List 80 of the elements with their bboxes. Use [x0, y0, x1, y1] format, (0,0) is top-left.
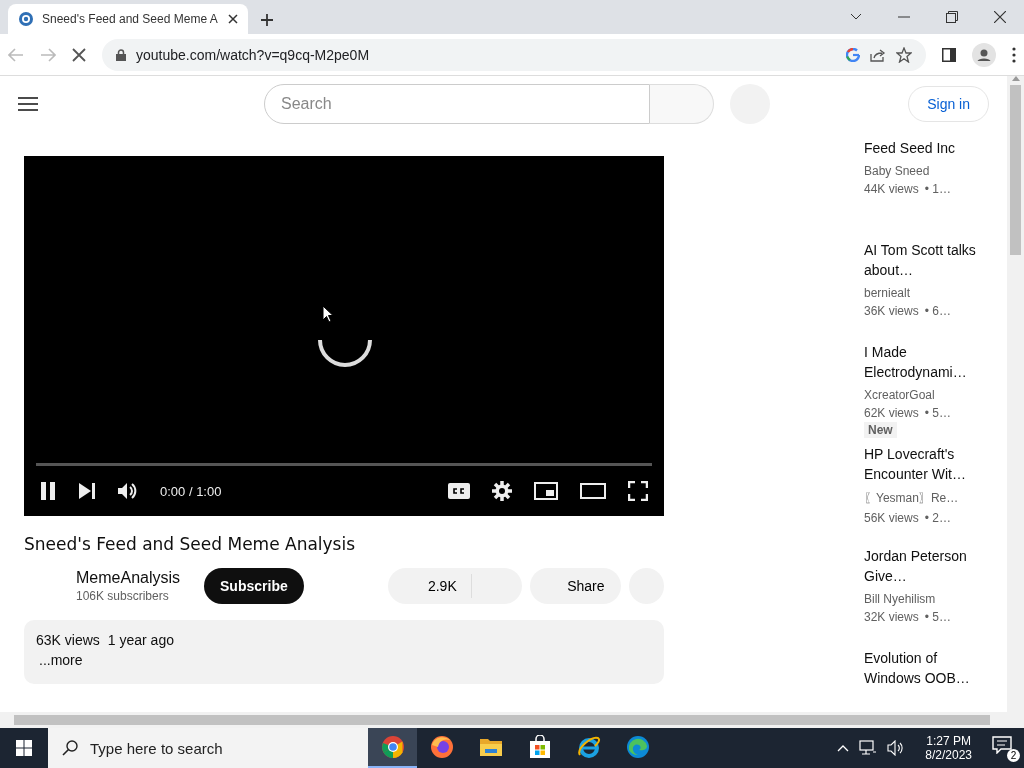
view-count: 63K views: [36, 632, 100, 648]
browser-tab[interactable]: Sneed's Feed and Seed Meme A: [8, 4, 248, 34]
description-box[interactable]: 63K views 1 year ago ...more: [24, 620, 664, 684]
upload-age: • 5…: [924, 406, 951, 420]
network-icon[interactable]: [859, 740, 878, 756]
video-player[interactable]: 0:00 / 1:00: [24, 156, 664, 516]
miniplayer-icon[interactable]: [534, 482, 558, 500]
channel-name: XcreatorGoal: [864, 388, 936, 402]
share-button[interactable]: Share: [529, 568, 621, 604]
profile-icon[interactable]: [972, 42, 996, 67]
edge-icon: [625, 735, 650, 759]
google-icon[interactable]: [846, 47, 860, 62]
video-title[interactable]: Jordan Peterson Give…: [864, 546, 980, 586]
firefox-icon: [429, 735, 454, 759]
volume-icon[interactable]: [118, 482, 138, 500]
taskbar-search-field[interactable]: Type here to search: [48, 728, 368, 768]
close-icon[interactable]: [228, 14, 238, 24]
scrollbar-thumb[interactable]: [1010, 85, 1021, 255]
view-count: 56K views: [864, 511, 919, 525]
chevron-up-icon[interactable]: [837, 744, 850, 752]
more-options-icon[interactable]: [1012, 46, 1016, 63]
view-count: 44K views: [864, 182, 919, 196]
more-link[interactable]: ...more: [39, 652, 652, 668]
store-icon: [527, 735, 552, 759]
side-panel-icon[interactable]: [942, 47, 956, 62]
new-badge: New: [864, 422, 897, 438]
view-count: 32K views: [864, 610, 919, 624]
chevron-down-icon[interactable]: [850, 13, 862, 21]
scrollbar-thumb[interactable]: [14, 715, 990, 725]
like-button[interactable]: 2.9K: [387, 568, 522, 604]
view-count: 36K views: [864, 304, 919, 318]
star-icon[interactable]: [896, 46, 912, 63]
settings-icon[interactable]: [492, 481, 512, 501]
volume-icon[interactable]: [887, 740, 906, 756]
address-bar[interactable]: youtube.com/watch?v=q9cq-M2pe0M: [102, 38, 926, 71]
stop-icon[interactable]: [72, 47, 86, 62]
clock-date[interactable]: 8/2/2023: [925, 748, 972, 762]
video-title[interactable]: HP Lovecraft's Encounter Wit…: [864, 444, 980, 484]
theater-mode-icon[interactable]: [580, 483, 606, 499]
upload-date: 1 year ago: [107, 632, 174, 648]
subscribe-button[interactable]: Subscribe: [204, 568, 304, 604]
video-title: Sneed's Feed and Seed Meme Analysis: [24, 534, 357, 554]
cursor-icon: [322, 305, 334, 323]
channel-name: Bill Nyehilism: [864, 592, 937, 606]
time-display: 0:00 / 1:00: [160, 483, 222, 499]
search-field[interactable]: Search: [264, 84, 650, 124]
next-icon[interactable]: [78, 483, 96, 499]
fullscreen-icon[interactable]: [628, 481, 648, 501]
new-tab-icon[interactable]: [260, 13, 274, 27]
pause-icon[interactable]: [40, 482, 56, 500]
clock-time[interactable]: 1:27 PM: [926, 734, 971, 748]
channel-name: berniealt: [864, 286, 912, 300]
upload-age: • 2…: [924, 511, 951, 525]
captions-icon[interactable]: [448, 483, 470, 499]
subscriber-count: 106K subscribers: [76, 589, 170, 603]
internet-explorer-icon: [576, 735, 601, 759]
video-title[interactable]: Evolution of Windows OOB…: [864, 648, 980, 688]
video-title[interactable]: I Made Electrodynami…: [864, 342, 980, 382]
video-title[interactable]: Feed Seed Inc: [864, 138, 980, 158]
channel-name: 〖Yesman〗Re…: [864, 490, 960, 507]
sign-in-button[interactable]: Sign in: [908, 86, 989, 122]
windows-start-icon[interactable]: [16, 740, 32, 756]
restore-icon[interactable]: [946, 11, 958, 23]
channel-name[interactable]: MemeAnalysis: [76, 569, 181, 587]
upload-age: • 5…: [924, 610, 951, 624]
video-title[interactable]: AI Tom Scott talks about…: [864, 240, 980, 280]
share-icon[interactable]: [870, 47, 886, 62]
site-icon: [18, 11, 34, 27]
search-icon: [62, 740, 78, 756]
upload-age: • 1…: [924, 182, 951, 196]
loading-spinner-icon: [318, 338, 372, 367]
lock-icon: [116, 48, 126, 61]
channel-name: Baby Sneed: [864, 164, 931, 178]
close-icon[interactable]: [994, 11, 1006, 23]
chrome-icon: [380, 735, 405, 759]
view-count: 62K views: [864, 406, 919, 420]
notifications-icon[interactable]: [992, 736, 1012, 754]
upload-age: • 6…: [924, 304, 951, 318]
menu-icon[interactable]: [18, 97, 38, 111]
notification-count: 2: [1007, 749, 1020, 762]
